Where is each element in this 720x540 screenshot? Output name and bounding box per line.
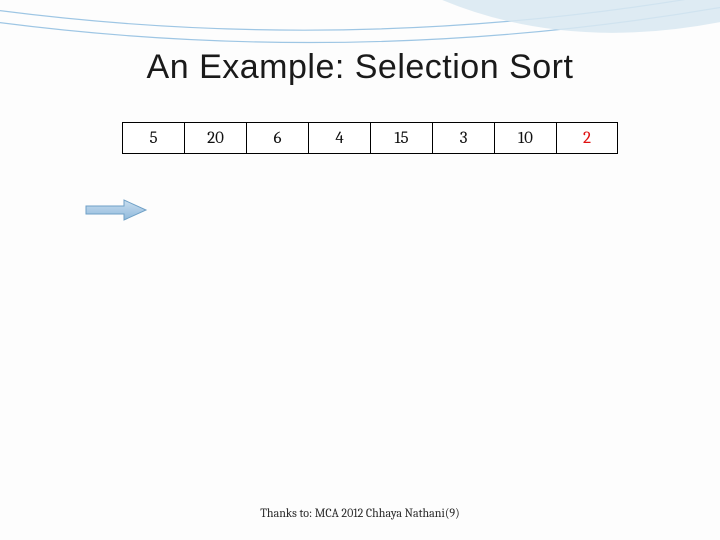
array-cell: 6	[246, 122, 308, 154]
array-row: 5 20 6 4 15 3 10 2	[122, 122, 618, 154]
decor-line-2	[0, 4, 720, 43]
credit-text: Thanks to: MCA 2012 Chhaya Nathani(9)	[0, 506, 720, 520]
decor-swoosh	[420, 0, 720, 33]
array-cell: 10	[494, 122, 556, 154]
array-cell: 20	[184, 122, 246, 154]
array-cell: 15	[370, 122, 432, 154]
decor-line-1	[0, 0, 720, 30]
pointer-arrow-icon	[84, 198, 148, 222]
array-cell: 5	[122, 122, 184, 154]
array-cell: 3	[432, 122, 494, 154]
slide-title: An Example: Selection Sort	[0, 48, 720, 87]
array-cell-min: 2	[556, 122, 618, 154]
array-cell: 4	[308, 122, 370, 154]
